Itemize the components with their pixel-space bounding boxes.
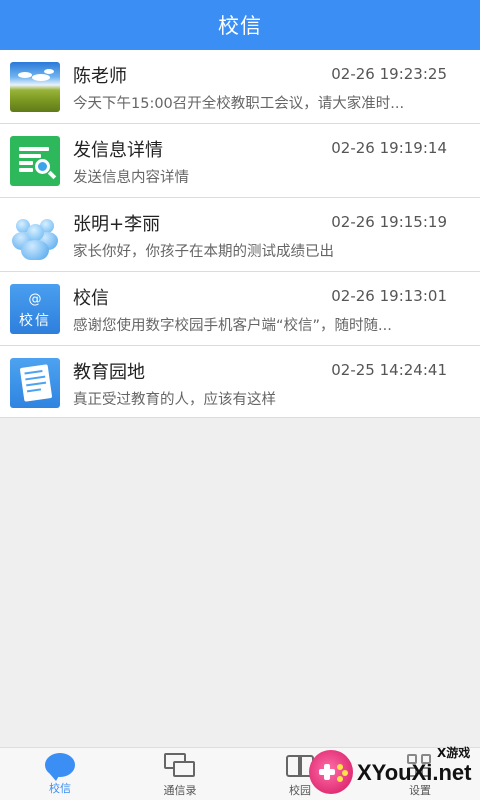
message-preview: 今天下午15:00召开全校教职工会议，请大家准时...	[73, 96, 405, 112]
message-row-group[interactable]: 张明+李丽 02-26 19:15:19 家长你好，你孩子在本期的测试成绩已出	[0, 198, 480, 272]
group-icon	[10, 210, 60, 260]
sender-name: 张明+李丽	[73, 214, 161, 235]
message-row-education[interactable]: 教育园地 02-25 14:24:41 真正受过教育的人，应该有这样	[0, 346, 480, 418]
watermark-site: XYouXi.net	[357, 760, 472, 785]
message-time: 02-26 19:13:01	[331, 287, 447, 305]
message-preview: 感谢您使用数字校园手机客户端“校信”，随时随...	[73, 318, 392, 334]
chat-bubble-icon	[45, 753, 75, 781]
message-time: 02-26 19:19:14	[331, 139, 447, 157]
watermark: X游戏 XYouXi.net	[305, 742, 480, 800]
tab-contacts[interactable]: 通信录	[120, 748, 240, 800]
at-icon: @	[28, 292, 42, 307]
landscape-photo-avatar	[10, 62, 60, 112]
school-mail-icon: @ 校信	[10, 284, 60, 334]
sender-name: 教育园地	[73, 362, 145, 383]
tab-label: 校信	[49, 782, 71, 795]
tab-label: 通信录	[163, 784, 197, 797]
message-time: 02-26 19:15:19	[331, 213, 447, 231]
message-list: 陈老师 02-26 19:23:25 今天下午15:00召开全校教职工会议，请大…	[0, 50, 480, 418]
message-preview: 发送信息内容详情	[73, 170, 189, 186]
gamepad-logo-icon	[309, 750, 353, 794]
sender-name: 陈老师	[73, 66, 127, 87]
app-header: 校信	[0, 0, 480, 50]
message-time: 02-25 14:24:41	[331, 361, 447, 379]
document-search-icon	[10, 136, 60, 186]
message-preview: 家长你好，你孩子在本期的测试成绩已出	[73, 244, 334, 260]
sender-name: 发信息详情	[73, 140, 163, 161]
avatar-label: 校信	[19, 313, 51, 329]
contacts-icon	[164, 753, 196, 779]
page-title: 校信	[218, 14, 262, 38]
message-row-chen[interactable]: 陈老师 02-26 19:23:25 今天下午15:00召开全校教职工会议，请大…	[0, 50, 480, 124]
message-row-school[interactable]: @ 校信 校信 02-26 19:13:01 感谢您使用数字校园手机客户端“校信…	[0, 272, 480, 346]
sender-name: 校信	[73, 288, 109, 309]
watermark-tag: X游戏	[437, 746, 471, 760]
newspaper-icon	[10, 358, 60, 408]
message-time: 02-26 19:23:25	[331, 65, 447, 83]
tab-xiaoxin[interactable]: 校信	[0, 748, 120, 800]
message-preview: 真正受过教育的人，应该有这样	[73, 392, 276, 408]
message-row-detail[interactable]: 发信息详情 02-26 19:19:14 发送信息内容详情	[0, 124, 480, 198]
